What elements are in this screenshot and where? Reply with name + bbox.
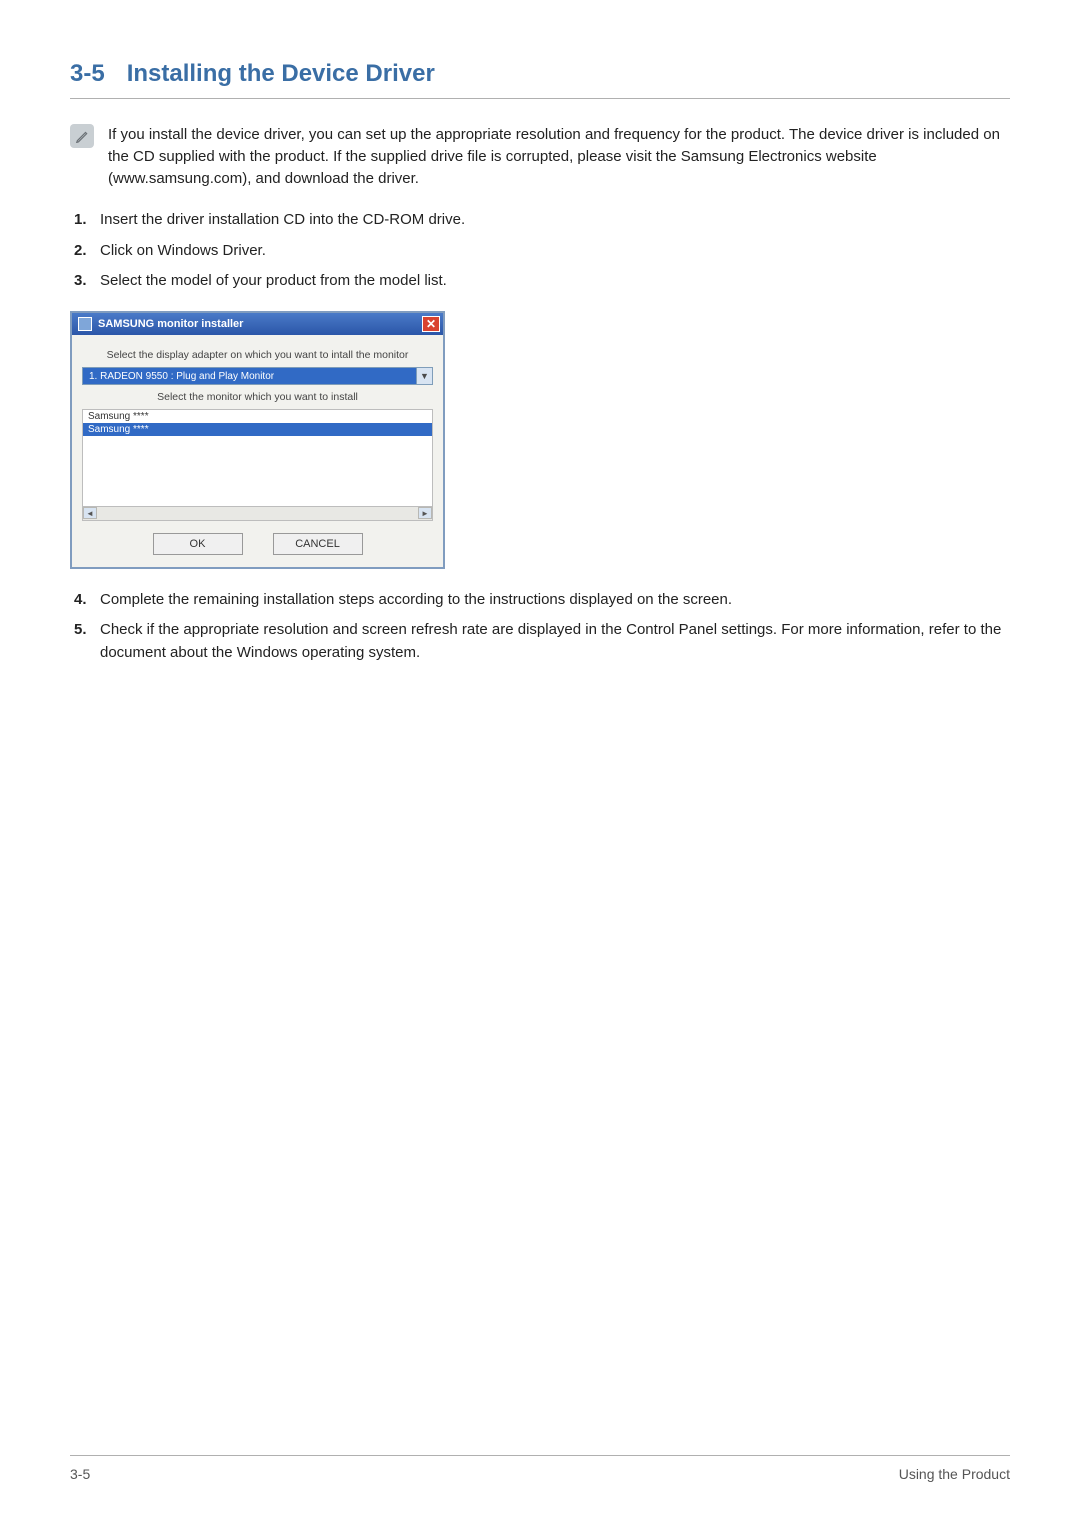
ok-button[interactable]: OK [153,533,243,555]
close-icon: ✕ [426,318,436,330]
window-title: SAMSUNG monitor installer [98,318,243,330]
chevron-down-icon[interactable]: ▼ [416,368,432,384]
list-item[interactable]: Samsung **** [83,423,432,436]
note-block: If you install the device driver, you ca… [70,124,1010,189]
section-title: Installing the Device Driver [127,60,435,88]
step-item: Check if the appropriate resolution and … [70,619,1010,664]
monitor-label: Select the monitor which you want to ins… [82,391,433,403]
horizontal-scrollbar[interactable]: ◄ ► [83,506,432,520]
close-button[interactable]: ✕ [422,316,440,332]
section-heading: 3-5 Installing the Device Driver [70,60,1010,99]
note-icon [70,124,94,148]
scroll-right-icon[interactable]: ► [418,507,432,519]
app-icon [78,317,92,331]
step-item: Click on Windows Driver. [70,240,1010,263]
ordered-steps-after: Complete the remaining installation step… [70,589,1010,665]
page-footer: 3-5 Using the Product [70,1455,1010,1482]
window-titlebar: SAMSUNG monitor installer ✕ [72,313,443,335]
installer-window: SAMSUNG monitor installer ✕ Select the d… [70,311,445,569]
adapter-dropdown[interactable]: 1. RADEON 9550 : Plug and Play Monitor ▼ [82,367,433,385]
monitor-listbox[interactable]: Samsung **** Samsung **** ◄ ► [82,409,433,521]
step-item: Insert the driver installation CD into t… [70,209,1010,232]
adapter-selected-value: 1. RADEON 9550 : Plug and Play Monitor [83,368,416,384]
cancel-button[interactable]: CANCEL [273,533,363,555]
footer-right: Using the Product [899,1466,1010,1482]
note-text: If you install the device driver, you ca… [108,124,1010,189]
scroll-left-icon[interactable]: ◄ [83,507,97,519]
adapter-label: Select the display adapter on which you … [82,349,433,361]
step-item: Complete the remaining installation step… [70,589,1010,612]
section-number: 3-5 [70,60,105,88]
ordered-steps-before: Insert the driver installation CD into t… [70,209,1010,293]
footer-left: 3-5 [70,1466,90,1482]
step-item: Select the model of your product from th… [70,270,1010,293]
list-item[interactable]: Samsung **** [83,410,432,423]
